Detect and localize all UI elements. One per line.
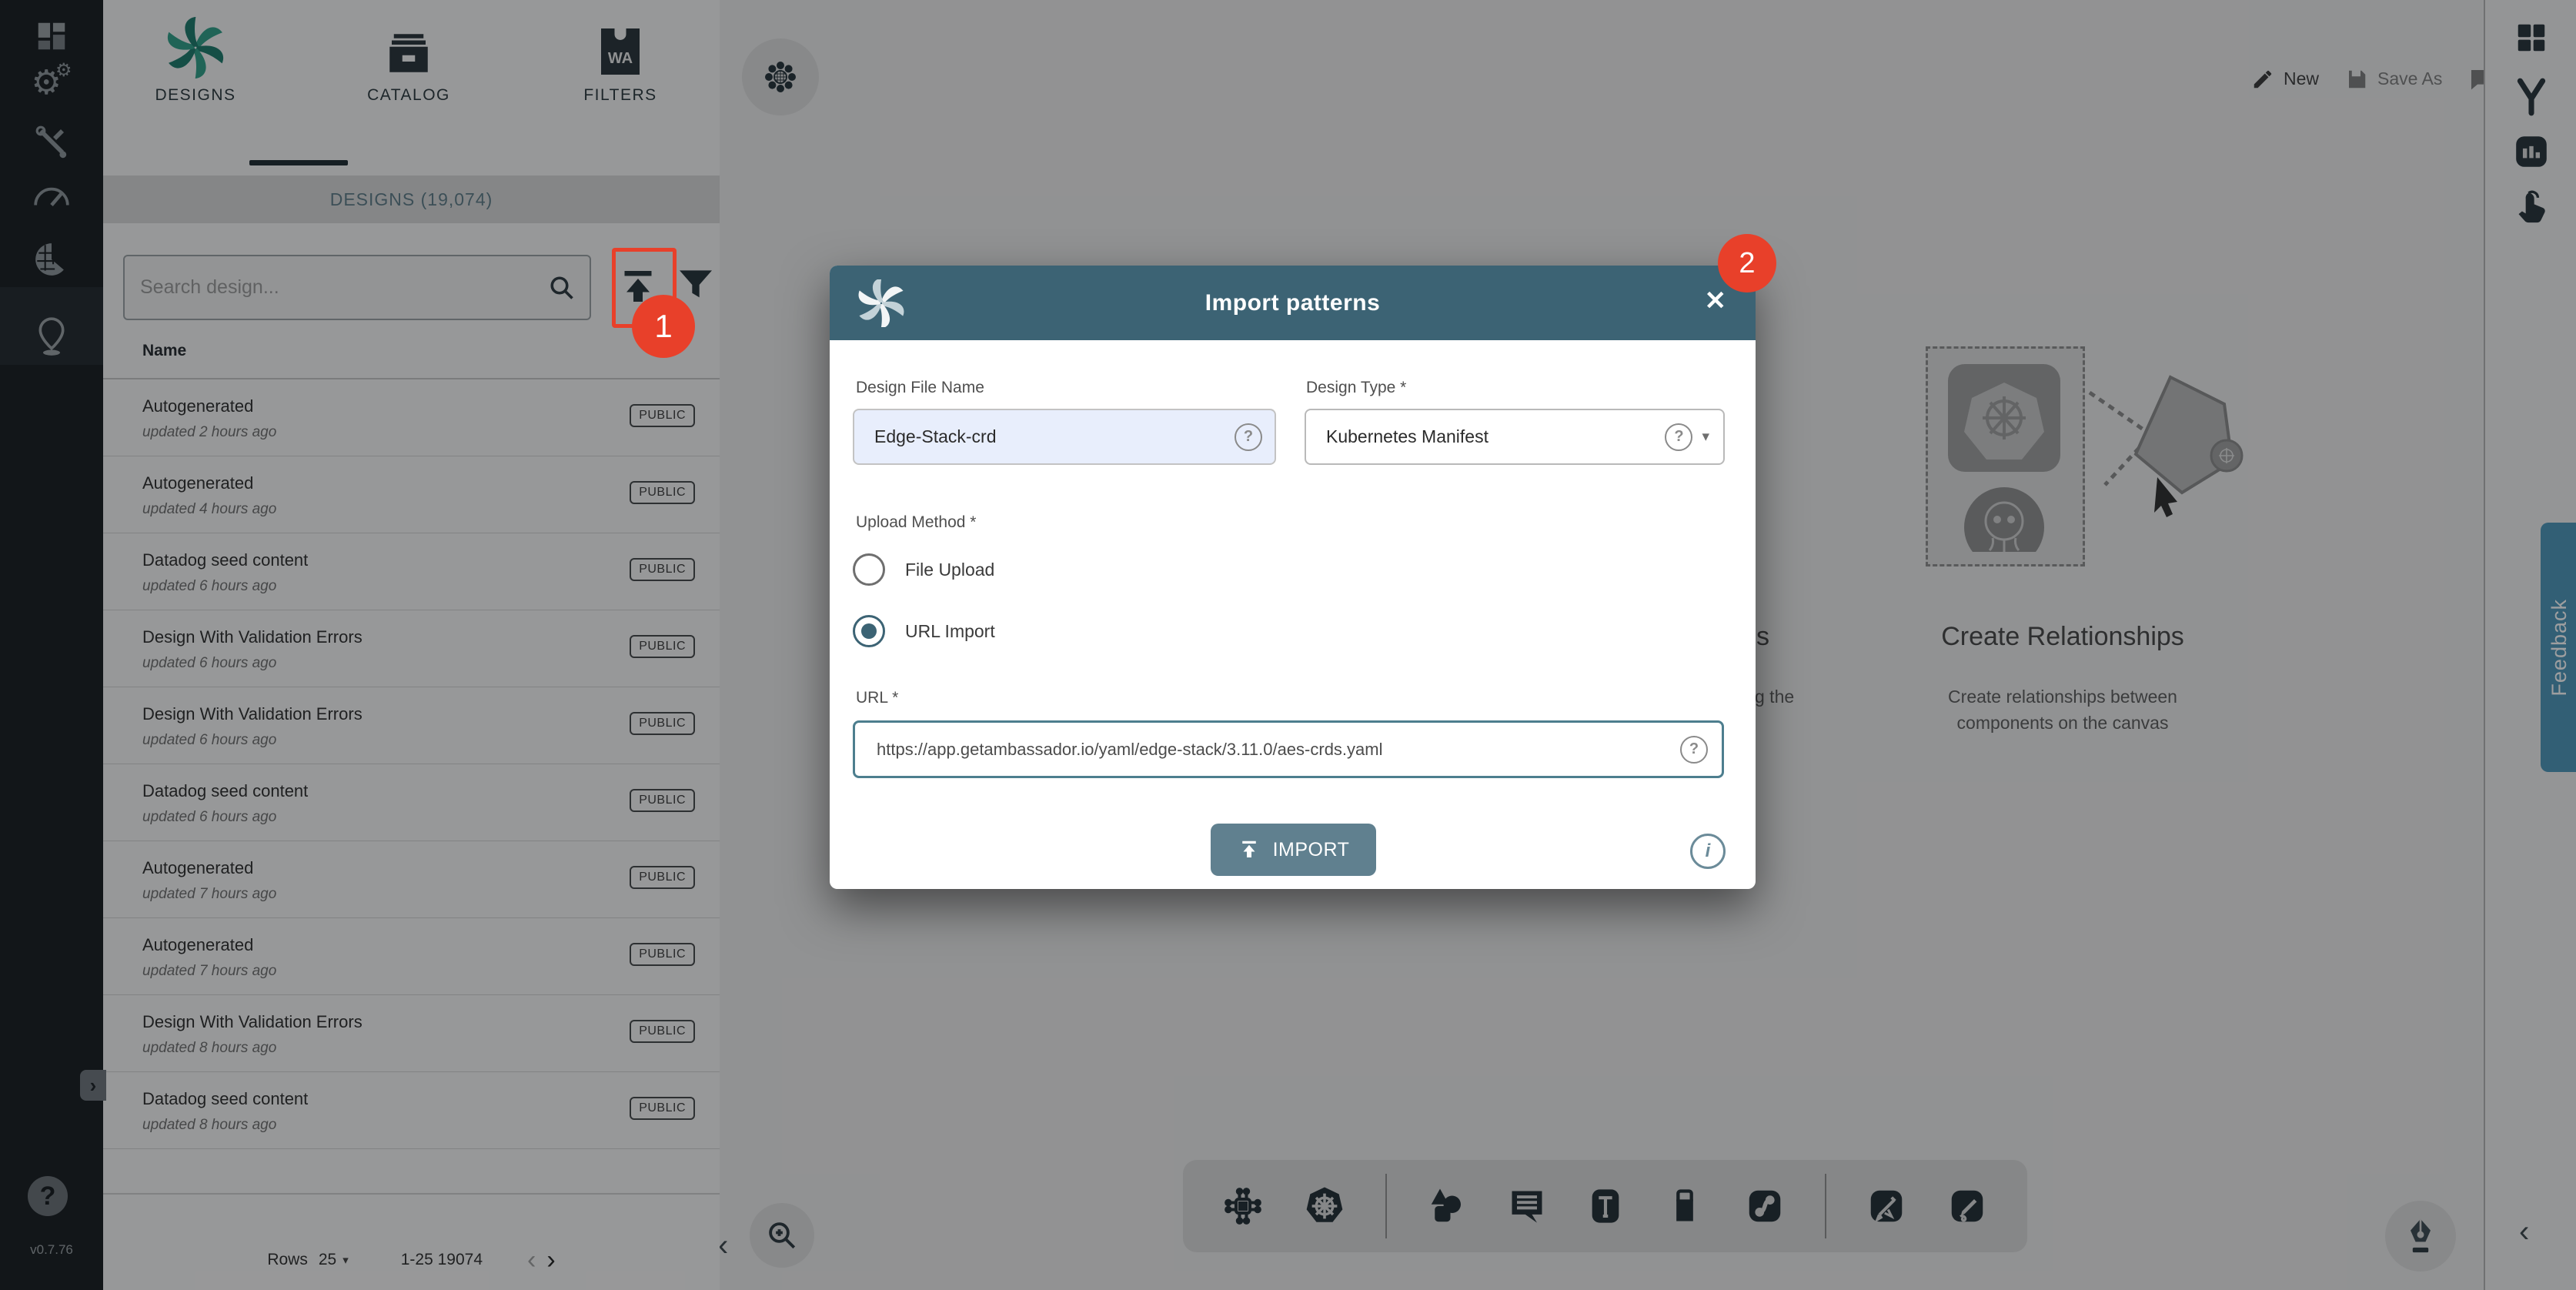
help-icon[interactable]: ?: [1680, 736, 1708, 764]
modal-title: Import patterns: [830, 290, 1756, 316]
upload-icon: [1238, 838, 1261, 861]
modal-header: Import patterns ✕: [830, 266, 1756, 340]
radio-file-upload[interactable]: File Upload: [853, 553, 994, 586]
design-type-label: Design Type *: [1306, 379, 1406, 397]
help-icon[interactable]: ?: [1665, 423, 1692, 451]
meshery-app: ⚙⚙ › ? v0.7.76: [0, 0, 2576, 1290]
import-patterns-modal: Import patterns ✕ Design File Name Desig…: [830, 266, 1756, 889]
import-button[interactable]: IMPORT: [1211, 824, 1376, 876]
step1-badge: 1: [632, 295, 695, 358]
info-icon[interactable]: i: [1690, 834, 1726, 869]
radio-url-import[interactable]: URL Import: [853, 615, 995, 647]
upload-method-label: Upload Method *: [856, 513, 976, 532]
step2-badge: 2: [1718, 234, 1776, 292]
radio-selected-icon: [853, 615, 885, 647]
caret-down-icon: ▾: [1702, 428, 1709, 446]
close-icon[interactable]: ✕: [1705, 286, 1727, 316]
url-input[interactable]: https://app.getambassador.io/yaml/edge-s…: [853, 720, 1724, 778]
radio-file-upload-label: File Upload: [905, 560, 994, 580]
radio-circle-icon: [853, 553, 885, 586]
help-icon[interactable]: ?: [1235, 423, 1262, 451]
design-type-select[interactable]: Kubernetes Manifest ? ▾: [1305, 409, 1725, 465]
design-file-name-label: Design File Name: [856, 379, 984, 397]
design-file-name-input[interactable]: Edge-Stack-crd ?: [853, 409, 1276, 465]
radio-url-import-label: URL Import: [905, 621, 995, 642]
url-label: URL *: [856, 689, 898, 707]
